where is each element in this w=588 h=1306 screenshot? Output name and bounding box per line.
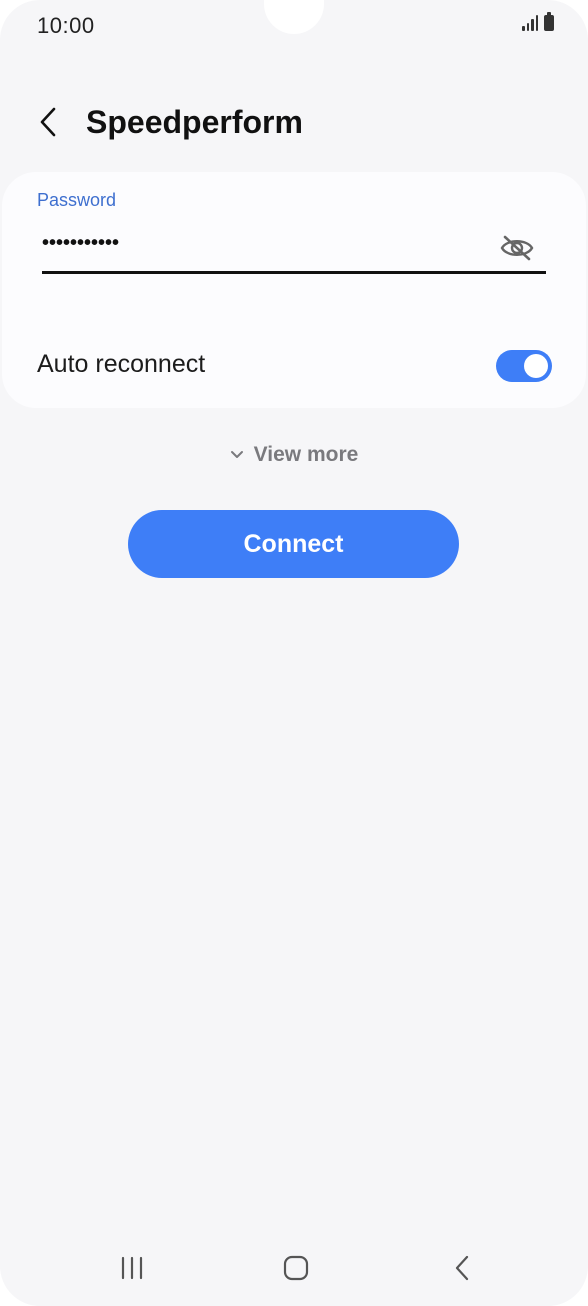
- password-label: Password: [37, 190, 117, 210]
- view-more-button[interactable]: View more: [0, 438, 588, 472]
- header: Speedperform: [0, 92, 588, 152]
- toggle-password-visibility-button[interactable]: [498, 232, 536, 264]
- status-bar: 10:00: [0, 0, 588, 52]
- toggle-knob: [524, 354, 548, 378]
- battery-icon: [544, 12, 554, 31]
- page-title: Speedperform: [86, 104, 303, 140]
- status-icons: [522, 12, 554, 31]
- auto-reconnect-label: Auto reconnect: [37, 350, 206, 378]
- network-settings-card: Password ••••••••••• Auto reconnect: [2, 172, 586, 408]
- signal-icon: [522, 15, 538, 31]
- home-button[interactable]: [272, 1244, 320, 1292]
- camera-notch: [264, 0, 324, 34]
- home-icon: [283, 1255, 309, 1281]
- chevron-down-icon: [230, 451, 243, 458]
- status-time: 10:00: [37, 13, 95, 38]
- back-icon: [455, 1255, 469, 1281]
- connect-button[interactable]: Connect: [128, 510, 459, 578]
- navigation-bar: [0, 1232, 588, 1306]
- phone-screen: 10:00 Speedperform Password •••••••••••: [0, 0, 588, 1306]
- eye-off-icon: [500, 235, 534, 261]
- nav-back-button[interactable]: [438, 1244, 486, 1292]
- view-more-label: View more: [253, 443, 359, 466]
- chevron-left-icon: [40, 107, 56, 137]
- recent-apps-icon: [121, 1256, 143, 1280]
- recent-apps-button[interactable]: [108, 1244, 156, 1292]
- auto-reconnect-toggle[interactable]: [496, 350, 552, 382]
- back-button[interactable]: [28, 102, 68, 142]
- password-field[interactable]: •••••••••••: [42, 224, 546, 274]
- auto-reconnect-row[interactable]: Auto reconnect: [2, 332, 586, 404]
- password-value: •••••••••••: [42, 232, 120, 254]
